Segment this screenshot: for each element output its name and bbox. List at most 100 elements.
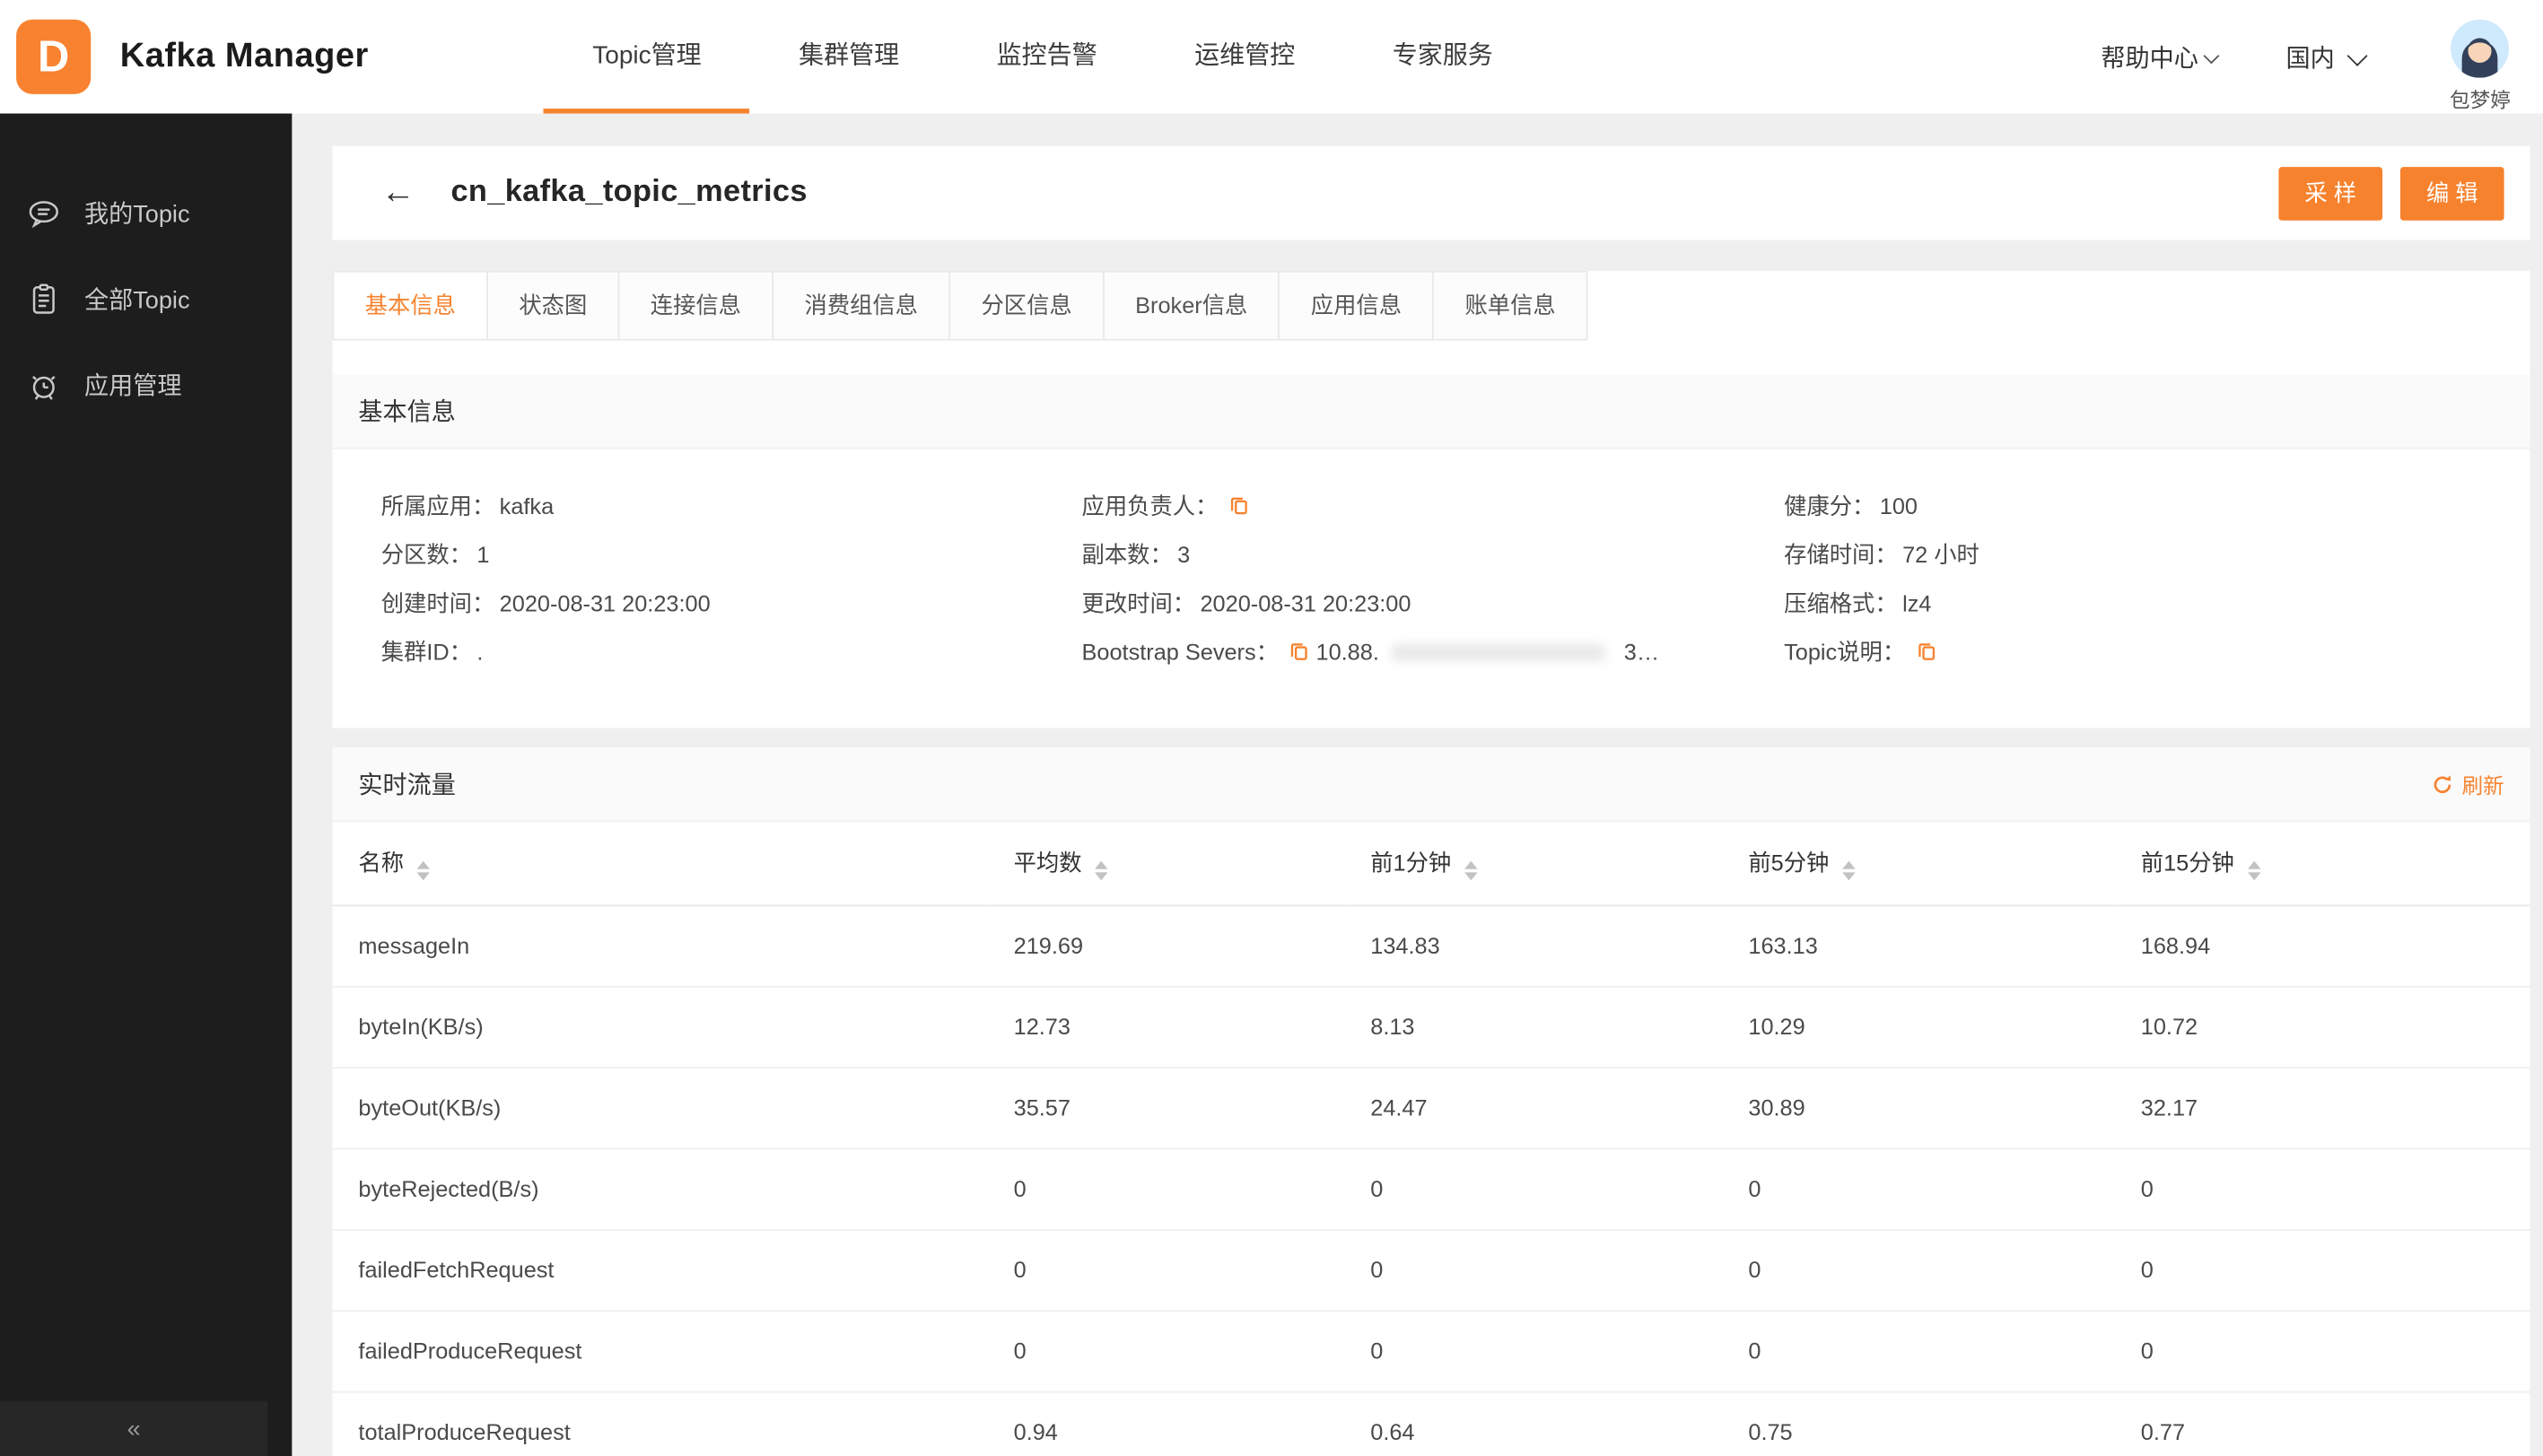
comment-icon xyxy=(29,200,58,228)
nav-item-expert[interactable]: 专家服务 xyxy=(1343,0,1542,114)
tab-consumer-group-info[interactable]: 消费组信息 xyxy=(772,270,951,341)
logo-icon[interactable]: D xyxy=(16,19,92,94)
avatar xyxy=(2451,19,2510,78)
table-row: byteRejected(B/s) 0 0 0 0 xyxy=(332,1147,2530,1230)
basic-info-fields: 所属应用： kafka 应用负责人： 健康分： 100 分区数： 1 副本数： … xyxy=(333,449,2530,728)
sort-asc-icon xyxy=(2247,860,2260,869)
sort-asc-icon xyxy=(1464,860,1478,869)
refresh-button[interactable]: 刷新 xyxy=(2431,769,2504,799)
table-row: byteOut(KB/s) 35.57 24.47 30.89 32.17 xyxy=(332,1067,2530,1149)
main-content: ← cn_kafka_topic_metrics 采 样 编 辑 基本信息 状态… xyxy=(292,114,2543,1456)
sample-button[interactable]: 采 样 xyxy=(2278,166,2383,220)
metrics-table: 名称 平均数 前1分钟 前5分钟 前15分钟 messageIn 219.69 … xyxy=(332,822,2530,1456)
tab-app-info[interactable]: 应用信息 xyxy=(1278,270,1435,341)
sidebar-collapse-button[interactable]: « xyxy=(0,1400,268,1456)
main-nav: Topic管理 集群管理 监控告警 运维管控 专家服务 xyxy=(544,0,1542,114)
column-header-5min: 前5分钟 xyxy=(1722,822,2115,906)
field-partition-count: 分区数： 1 xyxy=(380,541,490,568)
column-header-name: 名称 xyxy=(332,822,988,906)
app-title: Kafka Manager xyxy=(119,37,369,75)
back-button[interactable]: ← xyxy=(368,173,428,212)
copy-icon[interactable] xyxy=(1289,641,1311,663)
app-window: D Kafka Manager Topic管理 集群管理 监控告警 运维管控 专… xyxy=(0,0,2543,1456)
table-row: failedFetchRequest 0 0 0 0 xyxy=(332,1229,2530,1312)
chevron-down-icon xyxy=(2347,44,2369,65)
chevron-down-icon xyxy=(2204,47,2221,64)
tab-status-chart[interactable]: 状态图 xyxy=(486,270,620,341)
field-modify-time: 更改时间： 2020-08-31 20:23:00 xyxy=(1081,589,1411,616)
field-replica-count: 副本数： 3 xyxy=(1081,541,1191,568)
sort-control[interactable] xyxy=(1464,860,1478,880)
sort-asc-icon xyxy=(416,860,430,869)
sidebar-item-label: 全部Topic xyxy=(83,286,190,315)
top-header: D Kafka Manager Topic管理 集群管理 监控告警 运维管控 专… xyxy=(0,0,2543,114)
column-header-15min: 前15分钟 xyxy=(2114,822,2530,906)
sort-desc-icon xyxy=(1094,871,1108,880)
sort-desc-icon xyxy=(1841,871,1856,880)
sort-control[interactable] xyxy=(1094,860,1108,880)
user-name: 包梦婷 xyxy=(2450,89,2511,112)
realtime-section-header: 实时流量 刷新 xyxy=(332,747,2530,823)
region-menu[interactable]: 国内 xyxy=(2285,39,2369,74)
table-row: byteIn(KB/s) 12.73 8.13 10.29 10.72 xyxy=(332,985,2530,1068)
table-row: failedProduceRequest 0 0 0 0 xyxy=(332,1310,2530,1392)
field-topic-description: Topic说明： xyxy=(1784,634,2530,670)
tab-broker-info[interactable]: Broker信息 xyxy=(1103,270,1280,341)
nav-item-cluster[interactable]: 集群管理 xyxy=(750,0,948,114)
sidebar-item-label: 我的Topic xyxy=(83,201,190,229)
column-header-avg: 平均数 xyxy=(987,822,1345,906)
basic-info-section-header: 基本信息 xyxy=(332,374,2530,449)
title-actions: 采 样 编 辑 xyxy=(2261,166,2504,220)
edit-button[interactable]: 编 辑 xyxy=(2399,166,2504,220)
sort-desc-icon xyxy=(2247,871,2260,880)
sidebar-item-all-topic[interactable]: 全部Topic xyxy=(0,257,292,343)
copy-icon[interactable] xyxy=(1228,494,1250,517)
help-center-label: 帮助中心 xyxy=(2101,44,2198,73)
sidebar-item-label: 应用管理 xyxy=(83,372,182,401)
sort-control[interactable] xyxy=(1841,860,1856,880)
sort-control[interactable] xyxy=(2247,860,2260,880)
sort-asc-icon xyxy=(1094,860,1108,869)
tab-basic-info[interactable]: 基本信息 xyxy=(332,270,489,341)
tab-partition-info[interactable]: 分区信息 xyxy=(948,270,1105,341)
app-manage-icon xyxy=(32,375,56,399)
section-title: 实时流量 xyxy=(358,772,456,800)
clipboard-icon xyxy=(32,283,55,313)
refresh-icon xyxy=(2434,774,2451,793)
tab-connection-info[interactable]: 连接信息 xyxy=(617,270,774,341)
sort-desc-icon xyxy=(1464,871,1478,880)
field-bootstrap-servers: Bootstrap Severs： 10.88. 3… xyxy=(1081,639,1660,666)
nav-item-monitor[interactable]: 监控告警 xyxy=(948,0,1146,114)
sidebar-item-app-manage[interactable]: 应用管理 xyxy=(0,342,292,428)
field-owner-app: 所属应用： kafka xyxy=(380,493,555,519)
region-label: 国内 xyxy=(2285,44,2335,73)
spacer xyxy=(332,340,2530,375)
redacted-text xyxy=(1392,642,1606,661)
realtime-traffic-card: 实时流量 刷新 名称 平均数 前1分钟 前5分钟 前15分钟 messageIn… xyxy=(332,747,2530,1456)
field-app-principal: 应用负责人： xyxy=(1082,488,1785,524)
user-menu[interactable]: 包梦婷 xyxy=(2450,19,2511,114)
field-health-score: 健康分： 100 xyxy=(1784,493,1918,519)
table-row: totalProduceRequest 0.94 0.64 0.75 0.77 xyxy=(332,1391,2530,1456)
copy-icon[interactable] xyxy=(1915,641,1937,663)
basic-info-card: 基本信息 状态图 连接信息 消费组信息 分区信息 Broker信息 应用信息 账… xyxy=(332,270,2530,728)
field-compression-format: 压缩格式： lz4 xyxy=(1784,589,1932,616)
nav-item-ops[interactable]: 运维管控 xyxy=(1146,0,1344,114)
page-title-card: ← cn_kafka_topic_metrics 采 样 编 辑 xyxy=(332,145,2530,240)
tab-bill-info[interactable]: 账单信息 xyxy=(1432,270,1588,341)
section-title: 基本信息 xyxy=(358,398,456,427)
sidebar: 我的Topic 全部Topic 应用管理 « xyxy=(0,113,293,1456)
column-header-1min: 前1分钟 xyxy=(1344,822,1723,906)
field-cluster-id: 集群ID： . xyxy=(380,639,484,666)
help-center-menu[interactable]: 帮助中心 xyxy=(2101,39,2221,74)
nav-item-topic[interactable]: Topic管理 xyxy=(544,0,751,114)
detail-tabs: 基本信息 状态图 连接信息 消费组信息 分区信息 Broker信息 应用信息 账… xyxy=(332,270,2530,341)
refresh-label: 刷新 xyxy=(2461,773,2504,798)
page-title: cn_kafka_topic_metrics xyxy=(450,175,808,210)
sort-desc-icon xyxy=(416,871,430,880)
field-create-time: 创建时间： 2020-08-31 20:23:00 xyxy=(380,589,711,616)
sort-asc-icon xyxy=(1841,860,1856,869)
sort-control[interactable] xyxy=(416,860,430,880)
sidebar-item-my-topic[interactable]: 我的Topic xyxy=(0,170,292,257)
table-row: messageIn 219.69 134.83 163.13 168.94 xyxy=(332,904,2530,987)
